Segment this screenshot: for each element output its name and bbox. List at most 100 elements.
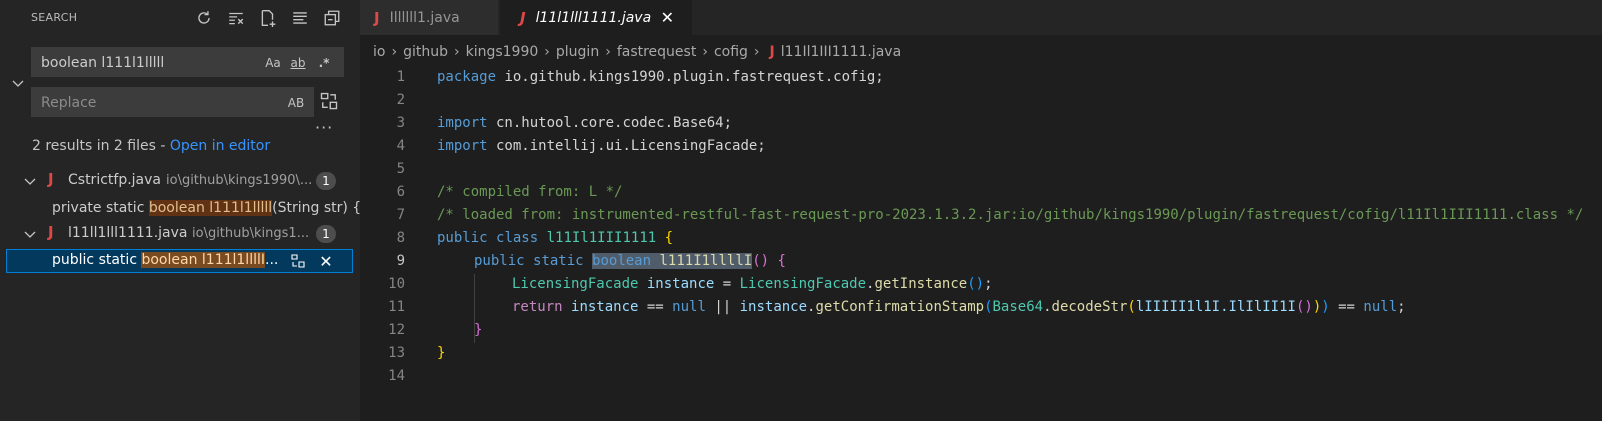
class-name: l11Il1III1111	[546, 230, 657, 246]
breadcrumb-item[interactable]: fastrequest	[617, 44, 697, 60]
replace-placeholder: Replace	[41, 95, 97, 111]
open-in-editor-link[interactable]: Open in editor	[170, 138, 270, 154]
code-line: 6 /* compiled from: L */	[360, 181, 1602, 204]
results-summary: 2 results in 2 files - Open in editor	[32, 138, 270, 154]
java-file-icon: J	[48, 223, 54, 241]
semicolon: ;	[1397, 299, 1406, 315]
line-number: 8	[396, 230, 405, 246]
clear-results-icon[interactable]	[222, 6, 250, 30]
code-line: 8 public class l11Il1III1111 {	[360, 227, 1602, 250]
dismiss-icon[interactable]: ✕	[316, 251, 336, 271]
keyword: package	[437, 69, 497, 85]
sidebar-title: SEARCH	[31, 11, 78, 24]
chevron-right-icon: ›	[453, 44, 460, 60]
result-count-badge: 1	[316, 172, 336, 190]
result-count-badge: 1	[316, 225, 336, 243]
chevron-right-icon: ›	[753, 44, 760, 60]
view-as-list-icon[interactable]	[286, 6, 314, 30]
code-line: 5	[360, 158, 1602, 181]
method-name: getConfirmationStamp	[815, 299, 985, 315]
line-number: 5	[396, 161, 405, 177]
tab-label: Illllll1.java	[389, 9, 460, 26]
search-input-value: boolean l111l1lllll	[41, 55, 165, 71]
search-actions	[190, 6, 346, 30]
result-file-path: io\github\kings1990\...	[166, 173, 311, 188]
brace: }	[437, 345, 446, 361]
line-number: 3	[396, 115, 405, 131]
result-file-name: Cstrictfp.java	[68, 172, 161, 188]
keyword: null	[1363, 299, 1398, 315]
new-search-editor-icon[interactable]	[254, 6, 282, 30]
code-line: 9 public static boolean l111I1llllI() {	[360, 250, 1602, 273]
breadcrumb-item[interactable]: io	[373, 44, 385, 60]
code-line: 7 /* loaded from: instrumented-restful-f…	[360, 204, 1602, 227]
close-tab-icon[interactable]: ✕	[661, 8, 674, 27]
semicolon: ;	[984, 276, 993, 292]
chevron-right-icon: ›	[544, 44, 550, 60]
replace-icon[interactable]	[288, 251, 308, 271]
chevron-down-icon[interactable]	[22, 173, 38, 189]
keyword: public	[437, 230, 488, 246]
match-prefix: public static	[52, 252, 142, 268]
code-editor[interactable]: 1 package io.github.kings1990.plugin.fas…	[360, 64, 1602, 421]
result-match-row-selected[interactable]: public static boolean l111l1llllI... ✕	[6, 249, 353, 273]
tab-illllll1[interactable]: J Illllll1.java	[360, 0, 498, 35]
breadcrumb-item[interactable]: cofig	[714, 44, 748, 60]
line-number: 12	[388, 322, 405, 338]
variable: instance	[739, 299, 808, 315]
type-name: LicensingFacade	[512, 276, 639, 292]
keyword: import	[437, 138, 488, 154]
chevron-down-icon[interactable]	[22, 226, 38, 242]
result-file-row[interactable]: J Cstrictfp.java io\github\kings1990\...…	[0, 169, 360, 193]
code-line: 2	[360, 89, 1602, 112]
match-whole-word-icon[interactable]: ab	[287, 53, 309, 73]
java-file-icon: J	[520, 8, 526, 27]
preserve-case-icon[interactable]: AB	[285, 93, 307, 113]
replace-input[interactable]: Replace AB	[31, 87, 314, 117]
result-file-name: l11ll1lll1111.java	[68, 225, 188, 241]
breadcrumb-item[interactable]: github	[403, 44, 448, 60]
more-options-icon[interactable]: ···	[315, 118, 333, 137]
type-name: Base64	[992, 299, 1044, 315]
comment: /* loaded from: instrumented-restful-fas…	[437, 207, 1584, 223]
match-highlight: boolean l111l1lllll	[148, 200, 273, 216]
result-file-row[interactable]: J l11ll1lll1111.java io\github\kings1...…	[0, 222, 360, 246]
brace: {	[777, 253, 786, 269]
java-file-icon: J	[769, 44, 775, 60]
line-number: 9	[396, 253, 405, 269]
brace: }	[474, 322, 483, 338]
chevron-right-icon: ›	[605, 44, 611, 60]
result-match-row[interactable]: private static boolean l111l1lllll(Strin…	[0, 197, 360, 221]
refresh-icon[interactable]	[190, 6, 218, 30]
replace-all-icon[interactable]	[319, 91, 339, 111]
collapse-all-icon[interactable]	[318, 6, 346, 30]
breadcrumb-item[interactable]: l11Il1III1111.java	[781, 44, 901, 60]
parens: ()	[1295, 299, 1313, 315]
line-number: 1	[396, 69, 405, 85]
java-file-icon: J	[374, 8, 380, 27]
parens: ()	[752, 253, 770, 269]
method-name: decodeStr	[1051, 299, 1128, 315]
result-file-path: io\github\kings1...	[192, 226, 310, 241]
operator: ||	[705, 299, 740, 315]
parens: ()	[967, 276, 985, 292]
results-count-text: 2 results in 2 files -	[32, 138, 170, 154]
code-text: io.github.kings1990.plugin.fastrequest.c…	[496, 69, 884, 85]
keyword: boolean	[592, 253, 652, 269]
keyword: static	[533, 253, 584, 269]
line-number: 4	[396, 138, 405, 154]
chevron-right-icon: ›	[391, 44, 398, 60]
code-text: cn.hutool.core.codec.Base64;	[487, 115, 733, 131]
tab-active[interactable]: J l11l1lll1111.java ✕	[500, 0, 692, 35]
breadcrumb-item[interactable]: plugin	[556, 44, 599, 60]
editor-tabs: J Illllll1.java J l11l1lll1111.java ✕	[360, 0, 1602, 35]
breadcrumb-item[interactable]: kings1990	[466, 44, 539, 60]
keyword: import	[437, 115, 488, 131]
use-regex-icon[interactable]: .*	[314, 53, 334, 73]
operator: ==	[638, 299, 673, 315]
keyword: return	[512, 299, 563, 315]
match-case-icon[interactable]: Aa	[263, 53, 283, 73]
toggle-replace-chevron-icon[interactable]	[10, 75, 26, 91]
search-input[interactable]: boolean l111l1lllll Aa ab .*	[31, 47, 344, 77]
chevron-right-icon: ›	[702, 44, 708, 60]
